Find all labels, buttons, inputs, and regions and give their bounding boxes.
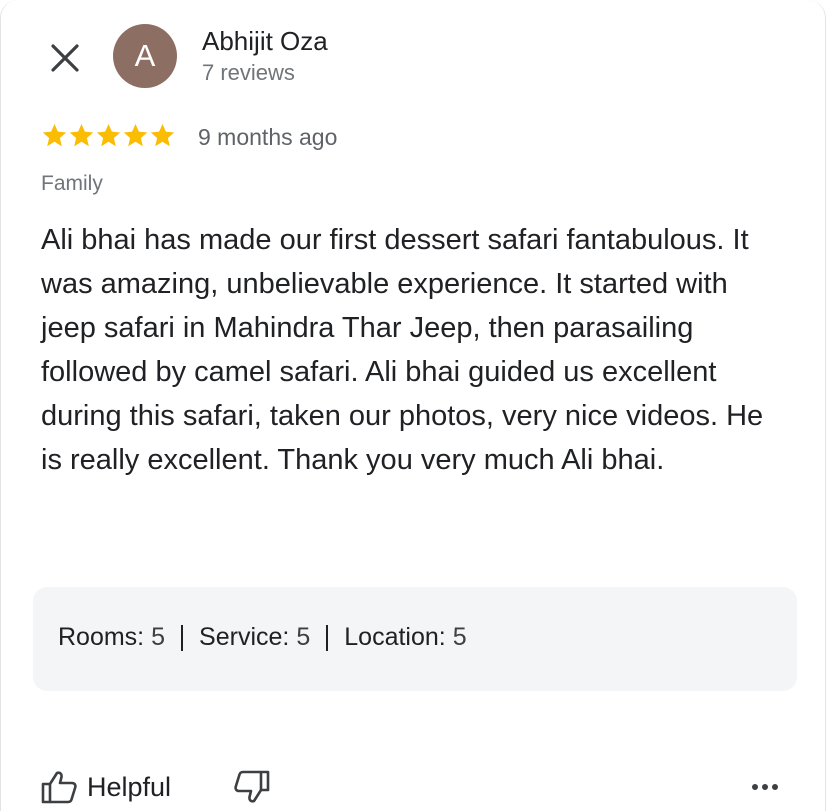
more-options-button[interactable] [749, 775, 781, 799]
close-icon [51, 44, 79, 72]
avatar-initial: A [134, 38, 156, 73]
helpful-label: Helpful [87, 771, 172, 802]
category-ratings: Rooms: 5 Service: 5 Location: 5 [33, 587, 797, 691]
close-button[interactable] [45, 38, 85, 78]
not-helpful-button[interactable] [234, 770, 270, 809]
location-value: 5 [452, 623, 467, 651]
helpful-button[interactable]: Helpful [41, 770, 171, 804]
trip-type: Family [41, 172, 103, 195]
category-ratings-line: Rooms: 5 Service: 5 Location: 5 [58, 623, 467, 652]
rooms-label: Rooms: [58, 623, 145, 651]
divider [181, 624, 184, 651]
star-rating [41, 122, 176, 149]
reviewer-name[interactable]: Abhijit Oza [202, 26, 328, 57]
star-icon [123, 124, 148, 147]
review-panel: A Abhijit Oza 7 reviews 9 months ago Fam… [0, 0, 826, 811]
star-icon [69, 124, 94, 147]
review-text: Ali bhai has made our first dessert safa… [41, 224, 764, 476]
star-icon [150, 124, 175, 147]
service-value: 5 [296, 623, 311, 651]
more-horizontal-icon [752, 784, 778, 790]
service-label: Service: [199, 623, 290, 651]
reviewer-review-count: 7 reviews [202, 60, 295, 85]
star-icon [42, 124, 67, 147]
thumbs-up-icon [41, 771, 77, 804]
review-age: 9 months ago [198, 124, 338, 150]
star-icon [96, 124, 121, 147]
rooms-value: 5 [151, 623, 166, 651]
divider [326, 624, 329, 651]
avatar[interactable]: A [113, 24, 177, 88]
location-label: Location: [344, 623, 446, 651]
thumbs-down-icon [234, 770, 270, 803]
